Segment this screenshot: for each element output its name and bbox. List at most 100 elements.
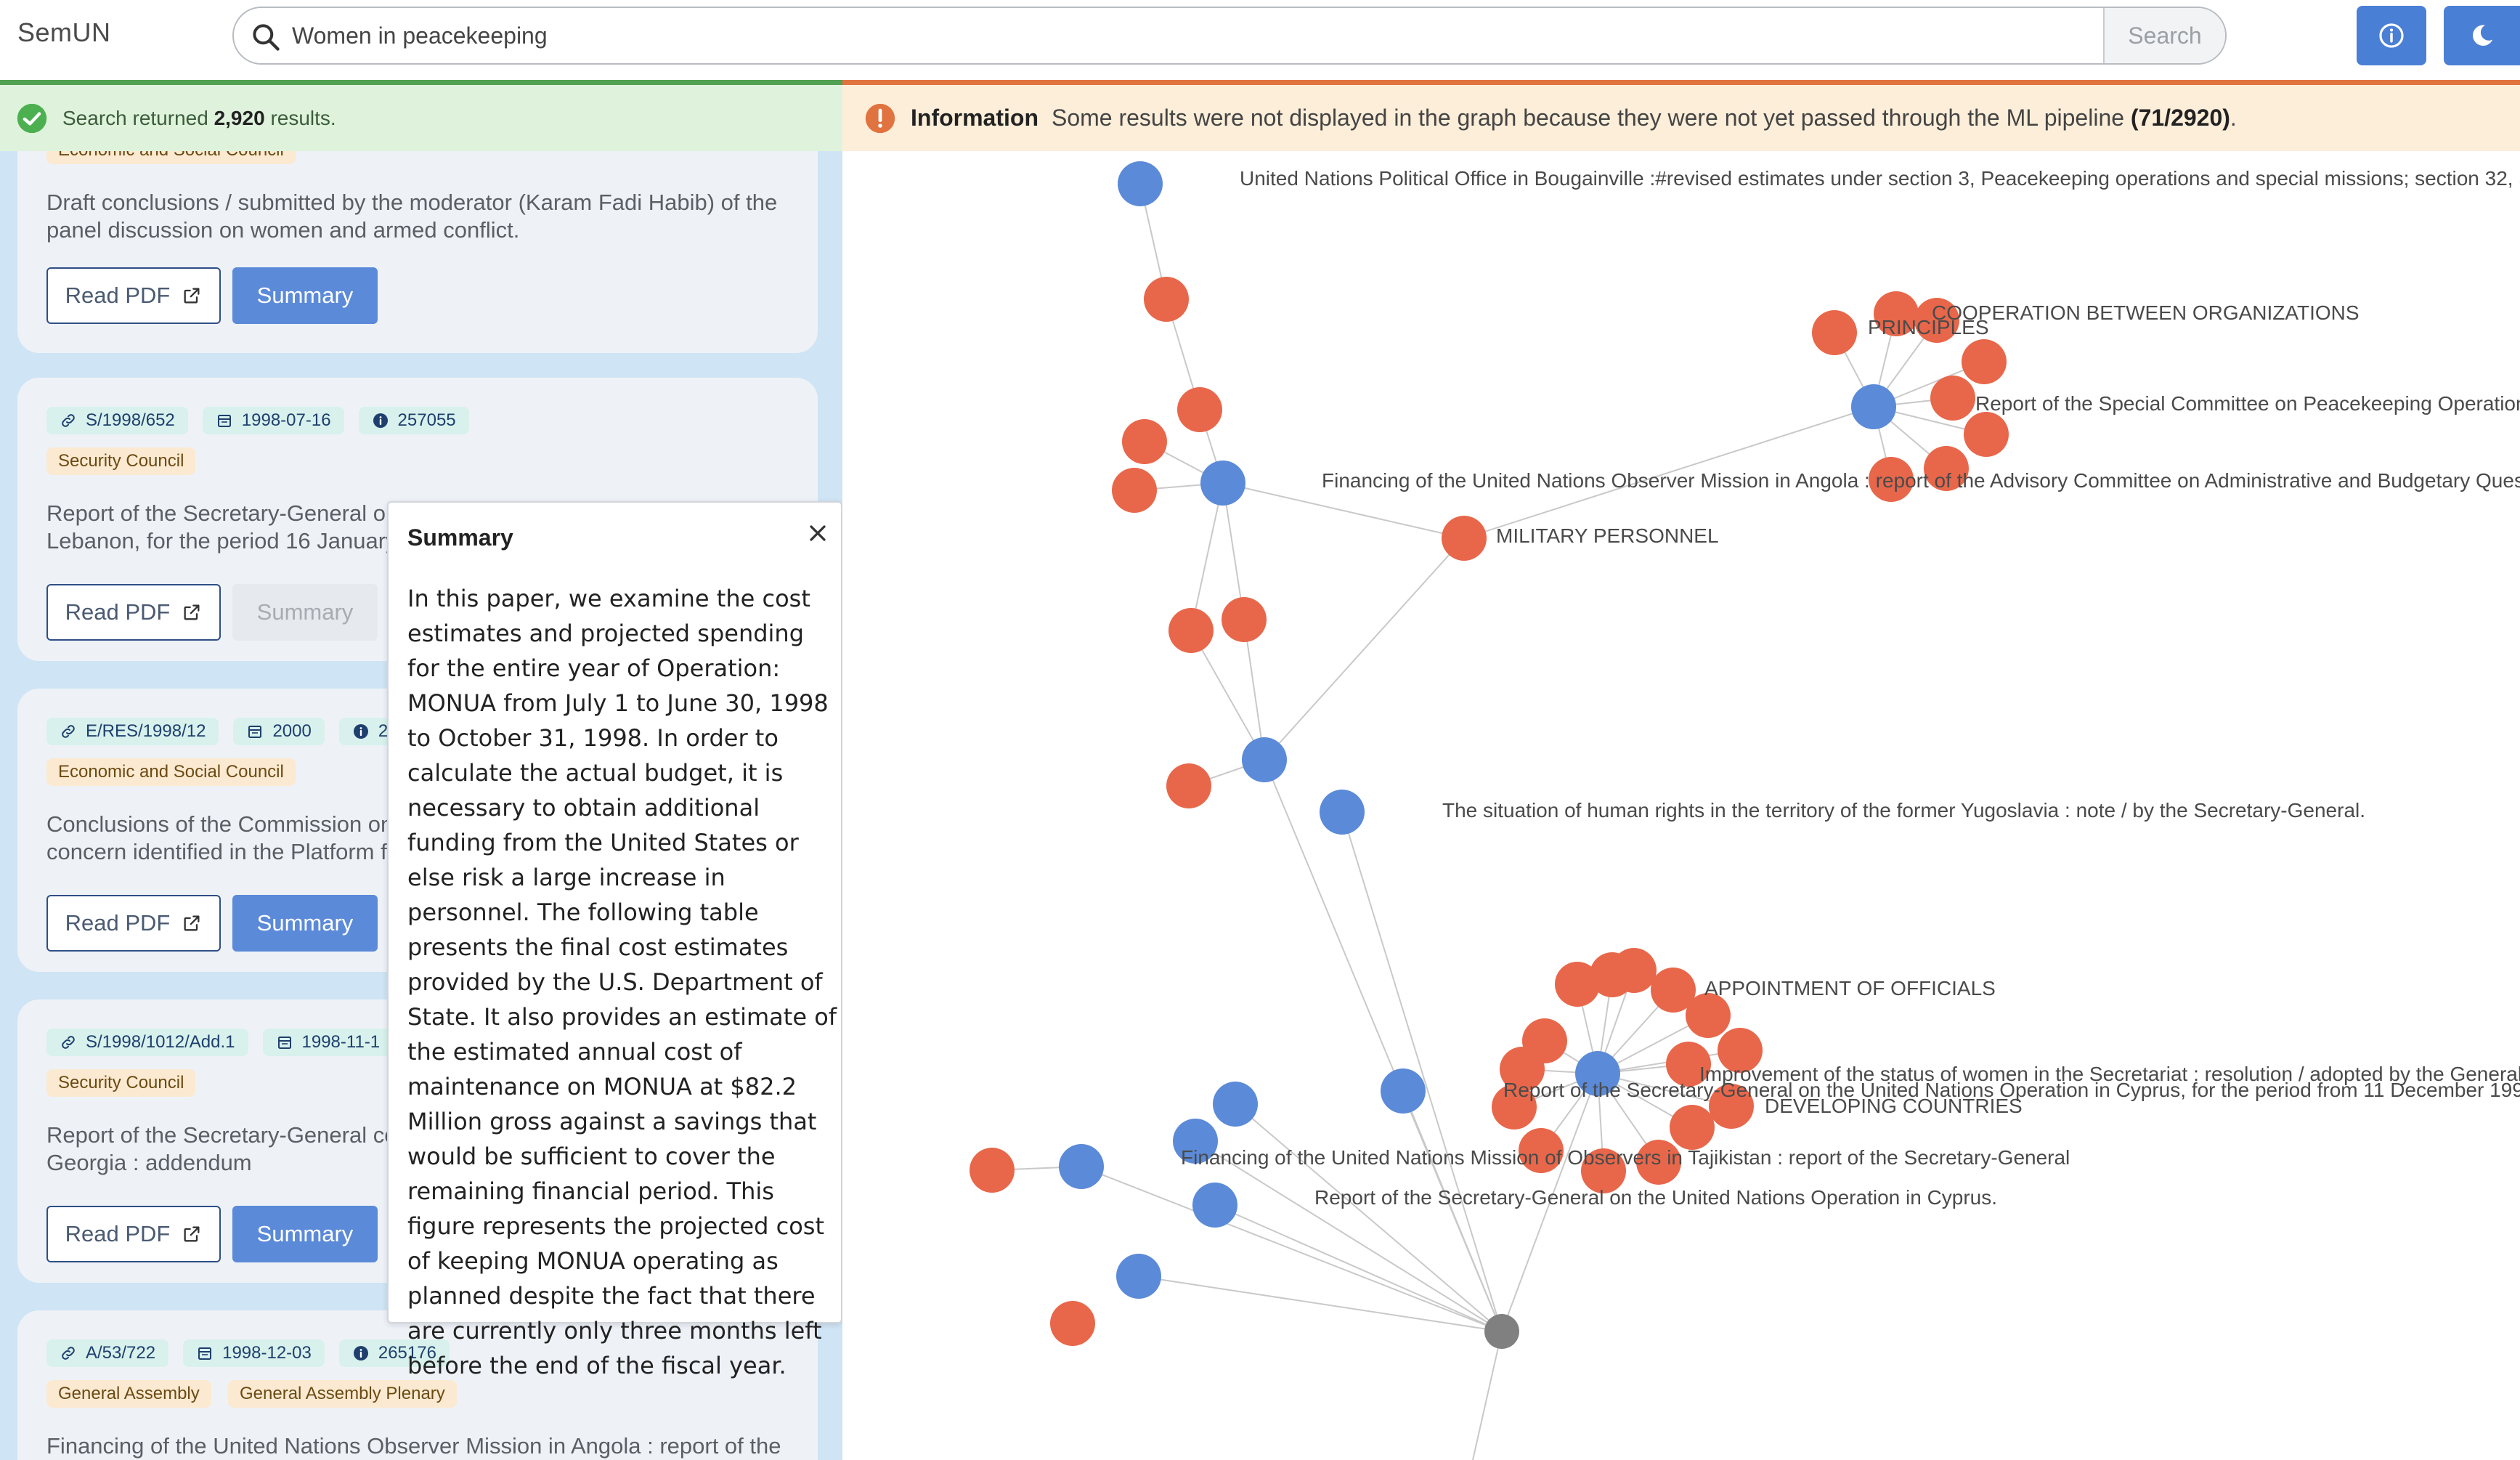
read-pdf-button[interactable]: Read PDF — [46, 895, 221, 952]
read-pdf-button[interactable]: Read PDF — [46, 584, 221, 641]
summary-popover: Summary In this paper, we examine the co… — [387, 501, 842, 1379]
calendar-icon — [217, 415, 231, 427]
keyword-node[interactable] — [1177, 387, 1222, 432]
organ-badge: Security Council — [46, 447, 196, 475]
id-tag: 257055 — [358, 407, 469, 434]
graph-nodes[interactable] — [970, 161, 2009, 1349]
keyword-node[interactable] — [1112, 468, 1157, 513]
result-title[interactable]: Draft conclusions / submitted by the mod… — [46, 189, 802, 244]
document-node[interactable] — [1242, 737, 1287, 782]
keyword-node[interactable] — [1050, 1301, 1095, 1346]
dark-mode-button[interactable] — [2444, 6, 2520, 65]
date-tag: 1998-12-03 — [183, 1339, 325, 1367]
result-card: Economic and Social Council Draft conclu… — [17, 151, 818, 353]
summary-button[interactable]: Summary — [232, 267, 378, 324]
document-node[interactable] — [1200, 461, 1245, 506]
close-icon[interactable] — [805, 520, 831, 546]
keyword-node[interactable] — [1964, 412, 2009, 457]
check-circle-icon — [17, 103, 47, 133]
organ-badge: General Assembly Plenary — [228, 1380, 457, 1408]
graph-edge — [1214, 1204, 1503, 1332]
organ-badge: Economic and Social Council — [46, 151, 296, 164]
info-icon — [353, 724, 368, 739]
app-logo[interactable]: SemUN — [17, 17, 111, 48]
keyword-node[interactable] — [1122, 419, 1167, 464]
moon-icon — [2472, 25, 2492, 46]
document-node[interactable] — [1118, 161, 1163, 206]
organ-badge: Security Council — [46, 1069, 196, 1097]
keyword-node[interactable] — [1930, 376, 1975, 421]
graph-canvas[interactable]: United Nations Political Office in Bouga… — [842, 151, 2520, 1460]
warning-icon — [865, 103, 895, 133]
document-node[interactable] — [1213, 1082, 1258, 1127]
search-status-bar: Search returned 2,920 results. — [0, 80, 842, 151]
symbol-tag[interactable]: E/RES/1998/12 — [46, 718, 219, 745]
node-label: APPOINTMENT OF OFFICIALS — [1704, 977, 1996, 999]
search-status-text: Search returned 2,920 results. — [62, 106, 336, 129]
keyword-node[interactable] — [1812, 310, 1857, 355]
node-label: Report of the Special Committee on Peace… — [1975, 392, 2520, 415]
read-pdf-button[interactable]: Read PDF — [46, 267, 221, 324]
keyword-node[interactable] — [1670, 1105, 1715, 1150]
link-icon — [62, 414, 75, 427]
search-bar: Search — [232, 7, 2227, 65]
info-icon — [2379, 23, 2404, 48]
summary-button[interactable]: Summary — [232, 895, 378, 952]
external-link-icon — [184, 1226, 200, 1242]
graph-edge — [1341, 811, 1503, 1332]
keyword-node[interactable] — [1962, 339, 2007, 384]
date-tag: 1998-11-1 — [262, 1029, 394, 1056]
graph-edge — [1195, 1140, 1503, 1332]
result-title[interactable]: Financing of the United Nations Observer… — [46, 1432, 802, 1460]
summary-button-active[interactable]: Summary — [232, 584, 378, 641]
date-tag: 1998-07-16 — [202, 407, 344, 434]
graph-edge — [1264, 538, 1465, 761]
keyword-node[interactable] — [1442, 516, 1487, 561]
summary-button[interactable]: Summary — [232, 1206, 378, 1262]
info-icon — [373, 413, 388, 428]
node-label: Report of the Secretary-General on the U… — [1314, 1186, 1997, 1209]
graph-edge — [1402, 1090, 1503, 1332]
calendar-icon — [248, 726, 262, 738]
document-node[interactable] — [1192, 1183, 1237, 1228]
node-label: PRINCIPLES — [1868, 316, 1989, 338]
search-icon — [253, 24, 280, 51]
node-label: Financing of the United Nations Observer… — [1322, 469, 2520, 492]
document-node[interactable] — [1851, 384, 1896, 429]
document-graph[interactable]: United Nations Political Office in Bouga… — [842, 151, 2520, 1460]
symbol-tag[interactable]: A/53/722 — [46, 1339, 169, 1367]
document-node[interactable] — [1320, 790, 1365, 835]
document-node[interactable] — [1381, 1068, 1426, 1114]
info-button[interactable] — [2357, 6, 2426, 65]
node-label: COOPERATION BETWEEN ORGANIZATIONS — [1932, 301, 2360, 324]
document-node[interactable] — [1059, 1144, 1104, 1189]
keyword-node[interactable] — [1166, 763, 1211, 808]
keyword-node[interactable] — [1611, 948, 1657, 993]
read-pdf-button[interactable]: Read PDF — [46, 1206, 221, 1262]
external-link-icon — [184, 604, 200, 620]
popover-title: Summary — [407, 524, 513, 551]
keyword-node[interactable] — [1144, 277, 1189, 322]
result-count: 2,920 — [214, 106, 265, 129]
external-link-icon — [184, 288, 200, 304]
organ-badge: General Assembly — [46, 1380, 211, 1408]
calendar-icon — [277, 1037, 291, 1049]
root-node[interactable] — [1484, 1314, 1519, 1349]
date-tag: 2000 — [233, 718, 325, 745]
keyword-node[interactable] — [1222, 597, 1267, 642]
graph-edge — [1190, 482, 1224, 631]
link-icon — [62, 725, 75, 738]
graph-edge — [1472, 1331, 1503, 1460]
search-input[interactable] — [290, 8, 2106, 63]
info-banner-title: Information — [911, 105, 1039, 131]
symbol-tag[interactable]: S/1998/1012/Add.1 — [46, 1029, 248, 1056]
info-banner: Information Some results were not displa… — [842, 80, 2520, 151]
keyword-node[interactable] — [1168, 608, 1214, 653]
document-node[interactable] — [1116, 1254, 1161, 1299]
link-icon — [62, 1036, 75, 1049]
external-link-icon — [184, 915, 200, 931]
keyword-node[interactable] — [1686, 993, 1731, 1038]
keyword-node[interactable] — [970, 1148, 1015, 1193]
search-button[interactable]: Search — [2103, 8, 2225, 63]
symbol-tag[interactable]: S/1998/652 — [46, 407, 188, 434]
